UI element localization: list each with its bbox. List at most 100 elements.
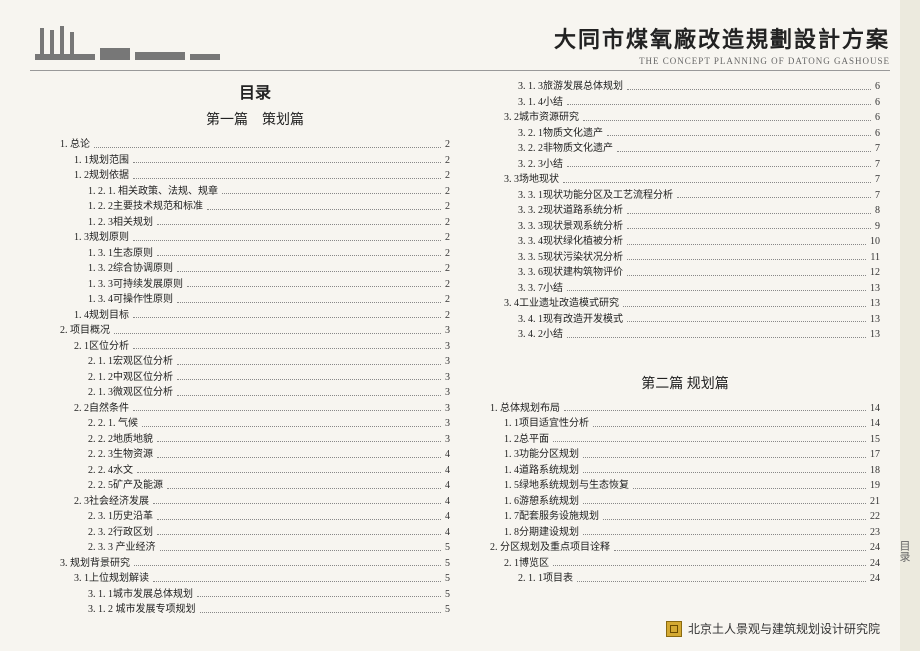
toc-label: 3. 4. 2小结 [518, 327, 563, 343]
toc-row: 3. 2. 1物质文化遗产 6 [490, 126, 880, 142]
toc-dots [160, 549, 442, 551]
toc-row: 2. 项目概况3 [60, 323, 450, 339]
toc-row: 2. 3社会经济发展 4 [60, 494, 450, 510]
toc-dots [157, 223, 441, 225]
toc-row: 3. 3. 5现状污染状况分析11 [490, 250, 880, 266]
toc-page: 15 [870, 432, 880, 448]
toc-page: 2 [445, 199, 450, 215]
toc-row: 3. 3. 1现状功能分区及工艺流程分析7 [490, 188, 880, 204]
toc-label: 1. 1项目适宜性分析 [504, 416, 589, 432]
toc-page: 4 [445, 494, 450, 510]
toc-row: 1. 3. 4可操作性原则2 [60, 292, 450, 308]
toc-row: 1. 1项目适宜性分析 14 [490, 416, 880, 432]
toc-dots [222, 192, 441, 194]
toc-row: 1. 3规划原则2 [60, 230, 450, 246]
toc-page: 4 [445, 463, 450, 479]
toc-row: 3. 2城市资源研究6 [490, 110, 880, 126]
toc-label: 1. 5绿地系统规划与生态恢复 [504, 478, 629, 494]
toc-label: 3. 4. 1现有改造开发模式 [518, 312, 623, 328]
toc-page: 11 [870, 250, 880, 266]
toc-row: 2. 2. 2地质地貌3 [60, 432, 450, 448]
toc-dots [197, 595, 441, 597]
toc-page: 3 [445, 401, 450, 417]
toc-dots [583, 456, 866, 458]
toc-dots [567, 289, 866, 291]
toc-row: 3. 3. 7小结13 [490, 281, 880, 297]
toc-page: 2 [445, 277, 450, 293]
toc-row: 1. 2. 3相关规划2 [60, 215, 450, 231]
toc-page: 9 [875, 219, 880, 235]
toc-label: 3. 1上位规划解读 [74, 571, 149, 587]
toc-label: 1. 3. 2综合协调原则 [88, 261, 173, 277]
toc-row: 2. 3. 1历史沿革4 [60, 509, 450, 525]
toc-dots [553, 564, 866, 566]
toc-dots [567, 165, 871, 167]
toc-content: 目录 第一篇 策划篇 1. 总论21. 1规划范围21. 2规划依据21. 2.… [0, 71, 920, 618]
toc-page: 3 [445, 416, 450, 432]
toc-label: 2. 1. 1宏观区位分析 [88, 354, 173, 370]
toc-page: 6 [875, 79, 880, 95]
toc-label: 1. 4规划目标 [74, 308, 129, 324]
toc-label: 1. 4道路系统规划 [504, 463, 579, 479]
sidebar-label: 目录 [896, 540, 912, 562]
toc-row: 3. 3场地现状7 [490, 172, 880, 188]
toc-page: 13 [870, 281, 880, 297]
toc-label: 1. 3规划原则 [74, 230, 129, 246]
toc-label: 2. 1. 1项目表 [518, 571, 573, 587]
toc-label: 1. 1规划范围 [74, 153, 129, 169]
toc-dots [94, 146, 441, 148]
toc-dots [133, 239, 441, 241]
toc-page: 7 [875, 141, 880, 157]
footer-text: 北京土人景观与建筑规划设计研究院 [688, 620, 880, 637]
toc-label: 1. 2. 3相关规划 [88, 215, 153, 231]
toc-label: 3. 1. 1城市发展总体规划 [88, 587, 193, 603]
toc-row: 1. 2. 1. 相关政策、法规、规章2 [60, 184, 450, 200]
toc-row: 1. 8分期建设规划23 [490, 525, 880, 541]
toc-label: 3. 1. 3旅游发展总体规划 [518, 79, 623, 95]
toc-dots [633, 487, 866, 489]
toc-page: 19 [870, 478, 880, 494]
factory-silhouette-icon [30, 18, 250, 68]
toc-dots [583, 119, 871, 121]
toc-dots [207, 208, 441, 210]
toc-dots [553, 440, 866, 442]
toc-page: 13 [870, 327, 880, 343]
toc-dots [617, 150, 871, 152]
toc-dots [134, 564, 441, 566]
toc-row: 3. 4. 1现有改造开发模式13 [490, 312, 880, 328]
toc-dots [614, 549, 866, 551]
toc-dots [583, 502, 866, 504]
toc-label: 3. 2. 1物质文化遗产 [518, 126, 603, 142]
toc-dots [177, 378, 441, 380]
toc-dots [142, 425, 441, 427]
toc-row: 3. 4工业遗址改造模式研究13 [490, 296, 880, 312]
toc-dots [607, 134, 871, 136]
toc-row: 2. 2自然条件3 [60, 401, 450, 417]
toc-label: 1. 3. 3可持续发展原则 [88, 277, 183, 293]
toc-page: 5 [445, 571, 450, 587]
toc-label: 3. 2. 3小结 [518, 157, 563, 173]
toc-page: 6 [875, 126, 880, 142]
toc-dots [167, 487, 441, 489]
toc-dots [583, 533, 866, 535]
toc-page: 24 [870, 571, 880, 587]
toc-dots [157, 456, 441, 458]
toc-page: 14 [870, 416, 880, 432]
toc-dots [627, 258, 866, 260]
toc-page: 5 [445, 602, 450, 618]
toc-page: 6 [875, 110, 880, 126]
toc-label: 3. 3. 2现状道路系统分析 [518, 203, 623, 219]
toc-page: 7 [875, 188, 880, 204]
toc-label: 2. 3社会经济发展 [74, 494, 149, 510]
toc-dots [153, 580, 441, 582]
toc-dots [623, 305, 866, 307]
toc-dots [564, 409, 866, 411]
toc-dots [177, 394, 441, 396]
toc-label: 2. 2. 3生物资源 [88, 447, 153, 463]
toc-row: 2. 分区规划及重点项目诠释24 [490, 540, 880, 556]
toc-label: 1. 2. 2主要技术规范和标准 [88, 199, 203, 215]
toc-dots [157, 440, 441, 442]
toc-dots [627, 88, 871, 90]
toc-row: 1. 3功能分区规划17 [490, 447, 880, 463]
toc-dots [577, 580, 866, 582]
